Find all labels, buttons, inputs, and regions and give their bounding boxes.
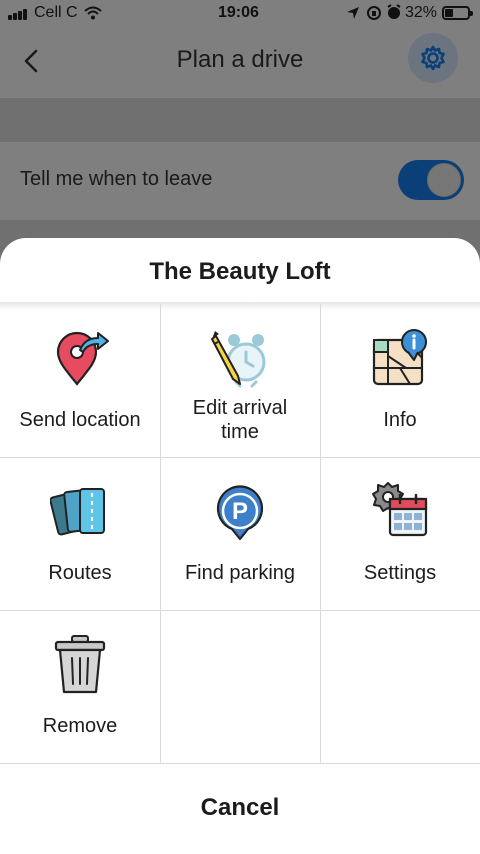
grid-divider: [0, 763, 480, 764]
edit-arrival-time-label-text: Edit arrival time: [192, 397, 288, 443]
battery-percent: 32%: [405, 4, 438, 21]
wifi-icon: [84, 6, 102, 20]
cancel-button[interactable]: Cancel: [0, 768, 480, 848]
carrier-label: Cell C: [34, 4, 78, 21]
routes-label: Routes: [48, 562, 112, 584]
action-grid: Send location Edit arrival time Info Rou…: [0, 304, 480, 764]
find-parking-label: Find parking: [184, 562, 296, 584]
find-parking-button[interactable]: P Find parking: [160, 457, 320, 610]
battery-icon: [442, 6, 473, 20]
routes-button[interactable]: Routes: [0, 457, 160, 610]
edit-arrival-time-label: Edit arrival time: [160, 396, 320, 444]
status-bar: Cell C 19:06 32%: [0, 0, 480, 26]
signal-icon: [8, 8, 30, 20]
location-arrow-icon: [347, 7, 359, 19]
edit-arrival-time-icon: [211, 331, 266, 388]
leave-reminder-toggle[interactable]: [398, 160, 464, 200]
remove-label: Remove: [42, 715, 118, 737]
send-location-icon: [56, 331, 109, 386]
settings-calendar-icon: [372, 482, 428, 537]
section-divider: [0, 98, 480, 142]
action-sheet: The Beauty Loft Send location Edit arriv…: [0, 238, 480, 854]
clock: 19:06: [218, 4, 259, 21]
svg-text:P: P: [232, 498, 248, 525]
settings-button-action[interactable]: Settings: [320, 457, 480, 610]
leave-reminder-label: Tell me when to leave: [20, 168, 213, 190]
remove-button[interactable]: Remove: [0, 610, 160, 763]
gear-icon: [421, 45, 445, 71]
routes-icon: [50, 488, 105, 536]
info-button[interactable]: Info: [320, 304, 480, 457]
map-info-icon: [372, 329, 427, 386]
alarm-icon: [387, 4, 401, 19]
send-location-label: Send location: [19, 409, 141, 431]
parking-icon: P: [216, 485, 264, 541]
settings-button[interactable]: [408, 33, 458, 83]
send-location-button[interactable]: Send location: [0, 304, 160, 457]
sheet-title: The Beauty Loft: [149, 258, 331, 285]
settings-label: Settings: [363, 562, 437, 584]
edit-arrival-time-button[interactable]: Edit arrival time: [160, 304, 320, 457]
orientation-lock-icon: [367, 6, 381, 20]
trash-icon: [54, 635, 106, 694]
info-label: Info: [383, 409, 417, 431]
